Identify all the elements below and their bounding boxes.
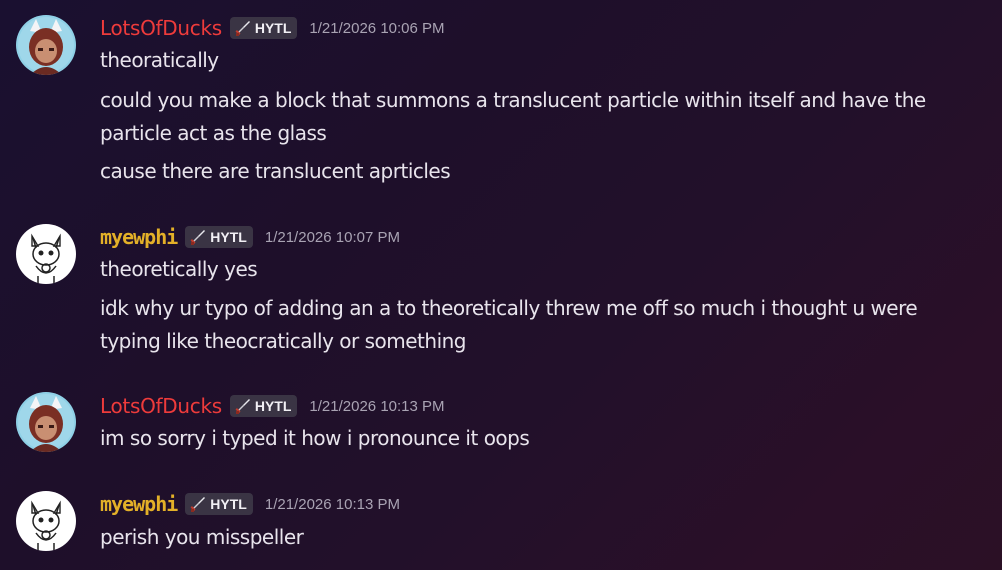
avatar[interactable] xyxy=(16,491,76,551)
sword-icon xyxy=(190,497,206,512)
server-tag-label: HYTL xyxy=(210,496,247,512)
server-tag[interactable]: HYTL xyxy=(185,493,253,515)
username[interactable]: myewphi xyxy=(100,492,178,516)
message-text: perish you misspeller xyxy=(100,525,304,549)
message-group: myewphi HYTL 1/21/2026 10:13 PM perish y… xyxy=(0,0,1002,570)
timestamp: 1/21/2026 10:13 PM xyxy=(264,495,400,513)
